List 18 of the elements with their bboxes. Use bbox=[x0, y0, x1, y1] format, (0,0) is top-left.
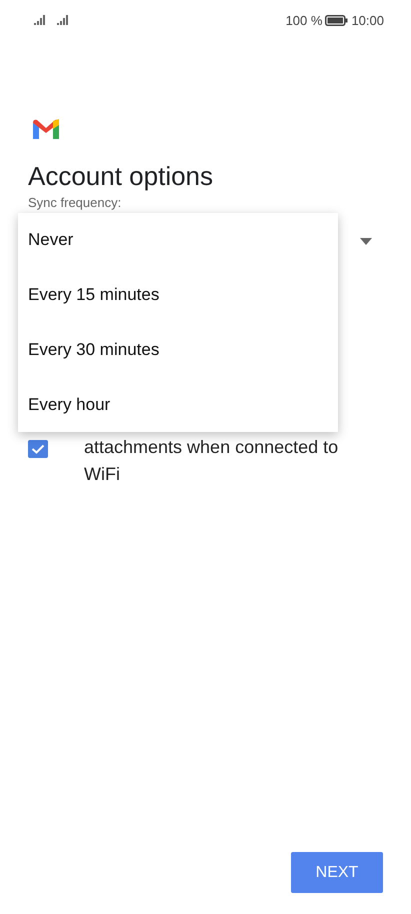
mail-logo-icon bbox=[33, 119, 59, 139]
menu-item[interactable]: Never bbox=[18, 213, 338, 268]
next-button[interactable]: NEXT bbox=[291, 852, 383, 893]
checkmark-icon bbox=[31, 444, 45, 454]
battery-icon bbox=[325, 14, 348, 26]
field-label: Sync frequency: bbox=[28, 196, 122, 210]
menu-item[interactable]: Every hour bbox=[18, 377, 338, 432]
option-text: attachments when connected to bbox=[84, 436, 338, 459]
signal-icon bbox=[34, 15, 47, 25]
checkbox[interactable] bbox=[28, 440, 48, 458]
page-title: Account options bbox=[28, 161, 214, 192]
option-text: WiFi bbox=[84, 463, 121, 486]
signal-icon bbox=[57, 15, 70, 25]
dropdown-caret-icon[interactable] bbox=[360, 238, 372, 244]
menu-item[interactable]: Every 30 minutes bbox=[18, 322, 338, 378]
clock: 10:00 bbox=[351, 12, 384, 28]
battery-percentage: 100 % bbox=[286, 12, 322, 28]
menu-item[interactable]: Every 15 minutes bbox=[18, 268, 338, 322]
